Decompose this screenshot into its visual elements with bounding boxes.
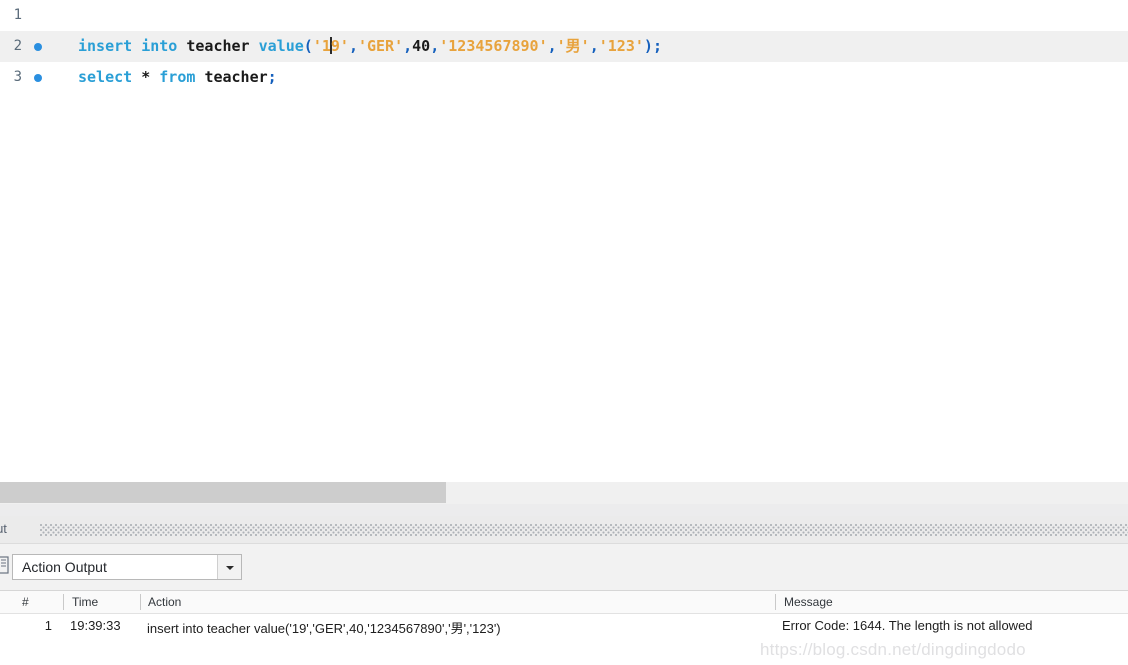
- sql-keyword-into: into: [141, 37, 178, 55]
- column-header-num[interactable]: #: [22, 595, 29, 609]
- sql-semicolon-line3: ;: [267, 68, 277, 86]
- sql-number-40: 40: [412, 37, 431, 55]
- column-header-message[interactable]: Message: [784, 595, 833, 609]
- sql-identifier-teacher: teacher: [186, 37, 250, 55]
- cell-num: 1: [44, 618, 52, 633]
- table-row[interactable]: 1 19:39:33 insert into teacher value('19…: [0, 614, 1128, 638]
- sql-keyword-select: select: [78, 68, 133, 86]
- editor-horizontal-scrollbar[interactable]: [0, 482, 1128, 504]
- breakpoint-icon[interactable]: [34, 43, 42, 51]
- sql-comma-1: ,: [348, 37, 358, 55]
- output-panel-icon: [0, 556, 12, 575]
- sql-comma-5: ,: [589, 37, 599, 55]
- sql-keyword-value: value: [258, 37, 304, 55]
- sql-string-phone: '1234567890': [439, 37, 548, 55]
- sql-string-id-part1: '1: [312, 37, 331, 55]
- sql-comma-2: ,: [403, 37, 413, 55]
- line-number: 1: [13, 7, 22, 23]
- grid-header-row: # Time Action Message: [0, 591, 1128, 614]
- cell-time: 19:39:33: [70, 618, 121, 633]
- watermark: https://blog.csdn.net/dingdingdodo: [760, 640, 1026, 659]
- chevron-down-icon[interactable]: [217, 555, 241, 579]
- editor-line-1[interactable]: 1: [0, 0, 1128, 31]
- sql-keyword-insert: insert: [78, 37, 133, 55]
- panel-grip-icon[interactable]: [40, 524, 1128, 536]
- scrollbar-track-filler: [0, 504, 1128, 516]
- column-divider[interactable]: [63, 594, 64, 610]
- line-number: 2: [13, 38, 22, 54]
- sql-star-operator: *: [141, 68, 151, 86]
- editor-line-2[interactable]: 2 insert into teacher value('19','GER',4…: [0, 31, 1128, 62]
- line-number: 3: [13, 69, 22, 85]
- sql-identifier-teacher: teacher: [204, 68, 268, 86]
- scrollbar-thumb[interactable]: [0, 482, 446, 503]
- sql-comma-3: ,: [430, 37, 440, 55]
- editor-line-2-code: insert into teacher value('19','GER',40,…: [78, 31, 662, 62]
- column-header-action[interactable]: Action: [148, 595, 181, 609]
- sql-editor[interactable]: 1 2 insert into teacher value('19','GER'…: [0, 0, 1128, 482]
- output-view-select-value: Action Output: [22, 559, 107, 575]
- breakpoint-icon[interactable]: [34, 74, 42, 82]
- sql-semicolon-line2: ;: [652, 37, 662, 55]
- sql-keyword-from: from: [159, 68, 196, 86]
- column-header-time[interactable]: Time: [72, 595, 98, 609]
- output-toolbar: Action Output: [0, 544, 1128, 591]
- tab-output[interactable]: utput: [0, 521, 7, 536]
- output-tabbar[interactable]: utput: [0, 516, 1128, 544]
- column-divider[interactable]: [775, 594, 776, 610]
- sql-string-id-part2: 9': [330, 37, 349, 55]
- sql-paren-open: (: [303, 37, 313, 55]
- column-divider[interactable]: [140, 594, 141, 610]
- cell-action: insert into teacher value('19','GER',40,…: [147, 621, 501, 636]
- sql-string-password: '123': [598, 37, 644, 55]
- cell-message: Error Code: 1644. The length is not allo…: [782, 618, 1033, 633]
- output-view-select[interactable]: Action Output: [12, 554, 242, 580]
- sql-string-gender: '男': [556, 37, 590, 55]
- editor-line-3[interactable]: 3 select * from teacher;: [0, 62, 1128, 93]
- sql-paren-close: ): [643, 37, 653, 55]
- sql-comma-4: ,: [547, 37, 557, 55]
- sql-string-ger: 'GER': [357, 37, 404, 55]
- editor-line-3-code: select * from teacher;: [78, 62, 277, 93]
